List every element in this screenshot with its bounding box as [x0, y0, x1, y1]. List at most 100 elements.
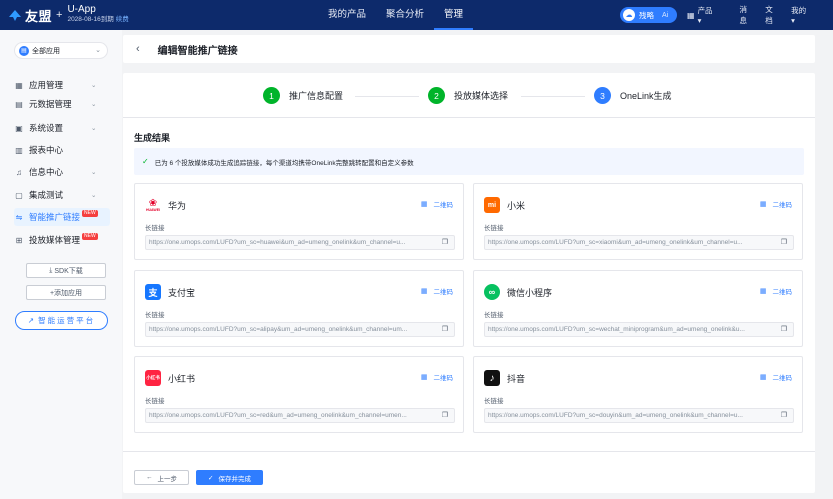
sdk-download-button[interactable]: ⤓ SDK下载 [26, 263, 106, 278]
qr-code-button[interactable]: ▦ 二维码 [760, 199, 792, 209]
result-title: 生成结果 [134, 133, 171, 143]
long-link-field[interactable]: https://one.umops.com/LUFD?um_sc=alipay&… [145, 322, 455, 337]
douyin-logo-icon: ♪ [484, 370, 500, 386]
long-link-field[interactable]: https://one.umops.com/LUFD?um_sc=huawei&… [145, 235, 455, 250]
success-message: 已为 6 个投放媒体成功生成追踪链接，每个渠道均携带OneLink完整跳转配置和… [154, 159, 414, 167]
step-label: OneLink生成 [620, 91, 672, 101]
grid-icon: ▦ [15, 80, 23, 90]
sidebar-item-label: 集成测试 [29, 190, 64, 200]
copy-icon[interactable]: ❐ [442, 238, 448, 246]
top-bar: 友盟 + U-App 2028-08-16到期 续费 我的产品 聚合分析 管理 ☁… [0, 0, 833, 30]
database-icon: ▤ [15, 99, 23, 109]
topnav-manage[interactable]: 管理 [434, 0, 474, 30]
long-link-field[interactable]: https://one.umops.com/LUFD?um_sc=douyin&… [484, 408, 794, 423]
qr-code-button[interactable]: ▦ 二维码 [421, 286, 453, 296]
smart-ops-platform-button[interactable]: ↗ 智能运营平台 [15, 311, 108, 330]
ai-assistant-button[interactable]: ☁ 残略 Ai [620, 7, 677, 23]
docs-link[interactable]: 文档 [765, 4, 778, 26]
long-link-url: https://one.umops.com/LUFD?um_sc=douyin&… [488, 412, 743, 419]
step-label: 投放媒体选择 [454, 91, 509, 101]
save-and-finish-label: 保存并完成 [218, 475, 251, 483]
sidebar-item-smart-links[interactable]: ⇋ 智能推广链接 NEW [14, 208, 110, 226]
platform-name: 小红书 [168, 373, 196, 384]
platform-name: 小米 [507, 200, 526, 211]
sidebar: ▤ 全部应用 ⌄ ▦ 应用管理 ⌄ ▤ 元数据管理 ⌄ ▣ 系统设置 ⌄ ▥ 报… [0, 30, 122, 499]
page-header: ‹ 编辑智能推广链接 [123, 35, 815, 63]
qr-code-icon: ▦ [759, 374, 767, 381]
copy-icon[interactable]: ❐ [442, 411, 448, 419]
mine-menu[interactable]: 我的 ▾ [791, 5, 820, 25]
previous-step-button[interactable]: ← 上一步 [134, 470, 189, 485]
topnav-my-products[interactable]: 我的产品 [318, 0, 376, 30]
sidebar-item-metadata[interactable]: ▤ 元数据管理 ⌄ [14, 95, 110, 113]
long-link-field[interactable]: https://one.umops.com/LUFD?um_sc=xiaomi&… [484, 235, 794, 250]
sidebar-item-label: 投放媒体管理 [29, 235, 81, 245]
app-select-label: 全部应用 [32, 47, 60, 55]
app-select-icon: ▤ [19, 45, 29, 56]
umeng-logo-icon [9, 10, 21, 21]
footer-divider [123, 451, 815, 452]
sidebar-item-media-manage[interactable]: ⊞ 投放媒体管理 NEW [14, 231, 110, 249]
sidebar-item-app-manage[interactable]: ▦ 应用管理 ⌄ [14, 76, 110, 94]
long-link-label: 长链接 [484, 312, 504, 319]
sdk-download-label: SDK下载 [54, 267, 83, 275]
copy-icon[interactable]: ❐ [781, 325, 787, 333]
chevron-down-icon: ⌄ [95, 47, 101, 54]
ai-cloud-icon: ☁ [623, 9, 635, 21]
copy-icon[interactable]: ❐ [781, 238, 787, 246]
long-link-url: https://one.umops.com/LUFD?um_sc=huawei&… [149, 239, 406, 246]
brand[interactable]: 友盟 + U-App 2028-08-16到期 续费 [0, 5, 129, 25]
app-info: U-App 2028-08-16到期 续费 [67, 5, 128, 25]
platform-name: 抖音 [507, 373, 526, 384]
right-nav: ▦ 产品 ▾ 消息 文档 我的 ▾ [687, 0, 833, 30]
platform-card-xiaohongshu: 小红书 小红书 ▦ 二维码 长链接 https://one.umops.com/L… [134, 356, 464, 433]
copy-icon[interactable]: ❐ [781, 411, 787, 419]
huawei-logo-text: HUAWEI [146, 207, 160, 212]
platform-header: 小红书 小红书 [145, 370, 195, 386]
qr-code-button[interactable]: ▦ 二维码 [421, 372, 453, 382]
sidebar-item-label: 报表中心 [29, 145, 64, 155]
bell-icon: ♫ [16, 167, 22, 177]
qr-code-label: 二维码 [433, 289, 454, 296]
test-icon: ▢ [15, 190, 23, 200]
chevron-down-icon: ⌄ [91, 101, 97, 108]
copy-icon[interactable]: ❐ [442, 325, 448, 333]
app-select[interactable]: ▤ 全部应用 ⌄ [14, 42, 108, 59]
sidebar-item-integration-test[interactable]: ▢ 集成测试 ⌄ [14, 186, 110, 204]
sidebar-item-messages[interactable]: ♫ 信息中心 ⌄ [14, 163, 110, 181]
products-menu[interactable]: 产品 ▾ [698, 5, 727, 25]
renew-link[interactable]: 续费 [116, 16, 129, 23]
save-and-finish-button[interactable]: ✓ 保存并完成 [196, 470, 263, 485]
platform-card-douyin: ♪ 抖音 ▦ 二维码 长链接 https://one.umops.com/LUFD… [473, 356, 803, 433]
sidebar-item-label: 应用管理 [29, 80, 64, 90]
qr-code-label: 二维码 [433, 375, 454, 382]
brand-plus: + [56, 9, 63, 21]
add-app-button[interactable]: +添加应用 [26, 285, 106, 300]
topnav-aggregate-analysis[interactable]: 聚合分析 [376, 0, 434, 30]
long-link-field[interactable]: https://one.umops.com/LUFD?um_sc=wechat_… [484, 322, 794, 337]
media-icon: ⊞ [15, 235, 23, 245]
ai-pill-label: 残略 [639, 10, 654, 20]
sidebar-item-label: 元数据管理 [29, 99, 72, 109]
sidebar-item-system-settings[interactable]: ▣ 系统设置 ⌄ [14, 119, 110, 137]
check-icon: ✓ [208, 474, 214, 482]
sidebar-item-label: 信息中心 [29, 167, 64, 177]
steps-bar: 1 推广信息配置 2 投放媒体选择 3 OneLink生成 [123, 73, 815, 118]
step-connector [355, 96, 419, 97]
step-number: 3 [594, 87, 611, 104]
qr-code-icon: ▦ [420, 288, 428, 295]
qr-code-icon: ▦ [759, 201, 767, 208]
back-chevron-icon[interactable]: ‹ [136, 43, 140, 55]
qr-code-button[interactable]: ▦ 二维码 [760, 372, 792, 382]
previous-step-label: 上一步 [157, 475, 178, 483]
qr-code-button[interactable]: ▦ 二维码 [760, 286, 792, 296]
success-banner: ✓ 已为 6 个投放媒体成功生成追踪链接，每个渠道均携带OneLink完整跳转配… [134, 148, 804, 175]
qr-code-icon: ▦ [420, 374, 428, 381]
qr-code-button[interactable]: ▦ 二维码 [421, 199, 453, 209]
long-link-url: https://one.umops.com/LUFD?um_sc=xiaomi&… [488, 239, 743, 246]
alipay-logo-icon: 支 [145, 284, 161, 300]
xiaohongshu-logo-icon: 小红书 [145, 370, 161, 386]
sidebar-item-reports[interactable]: ▥ 报表中心 [14, 141, 110, 159]
messages-link[interactable]: 消息 [739, 4, 752, 26]
long-link-field[interactable]: https://one.umops.com/LUFD?um_sc=red&um_… [145, 408, 455, 423]
